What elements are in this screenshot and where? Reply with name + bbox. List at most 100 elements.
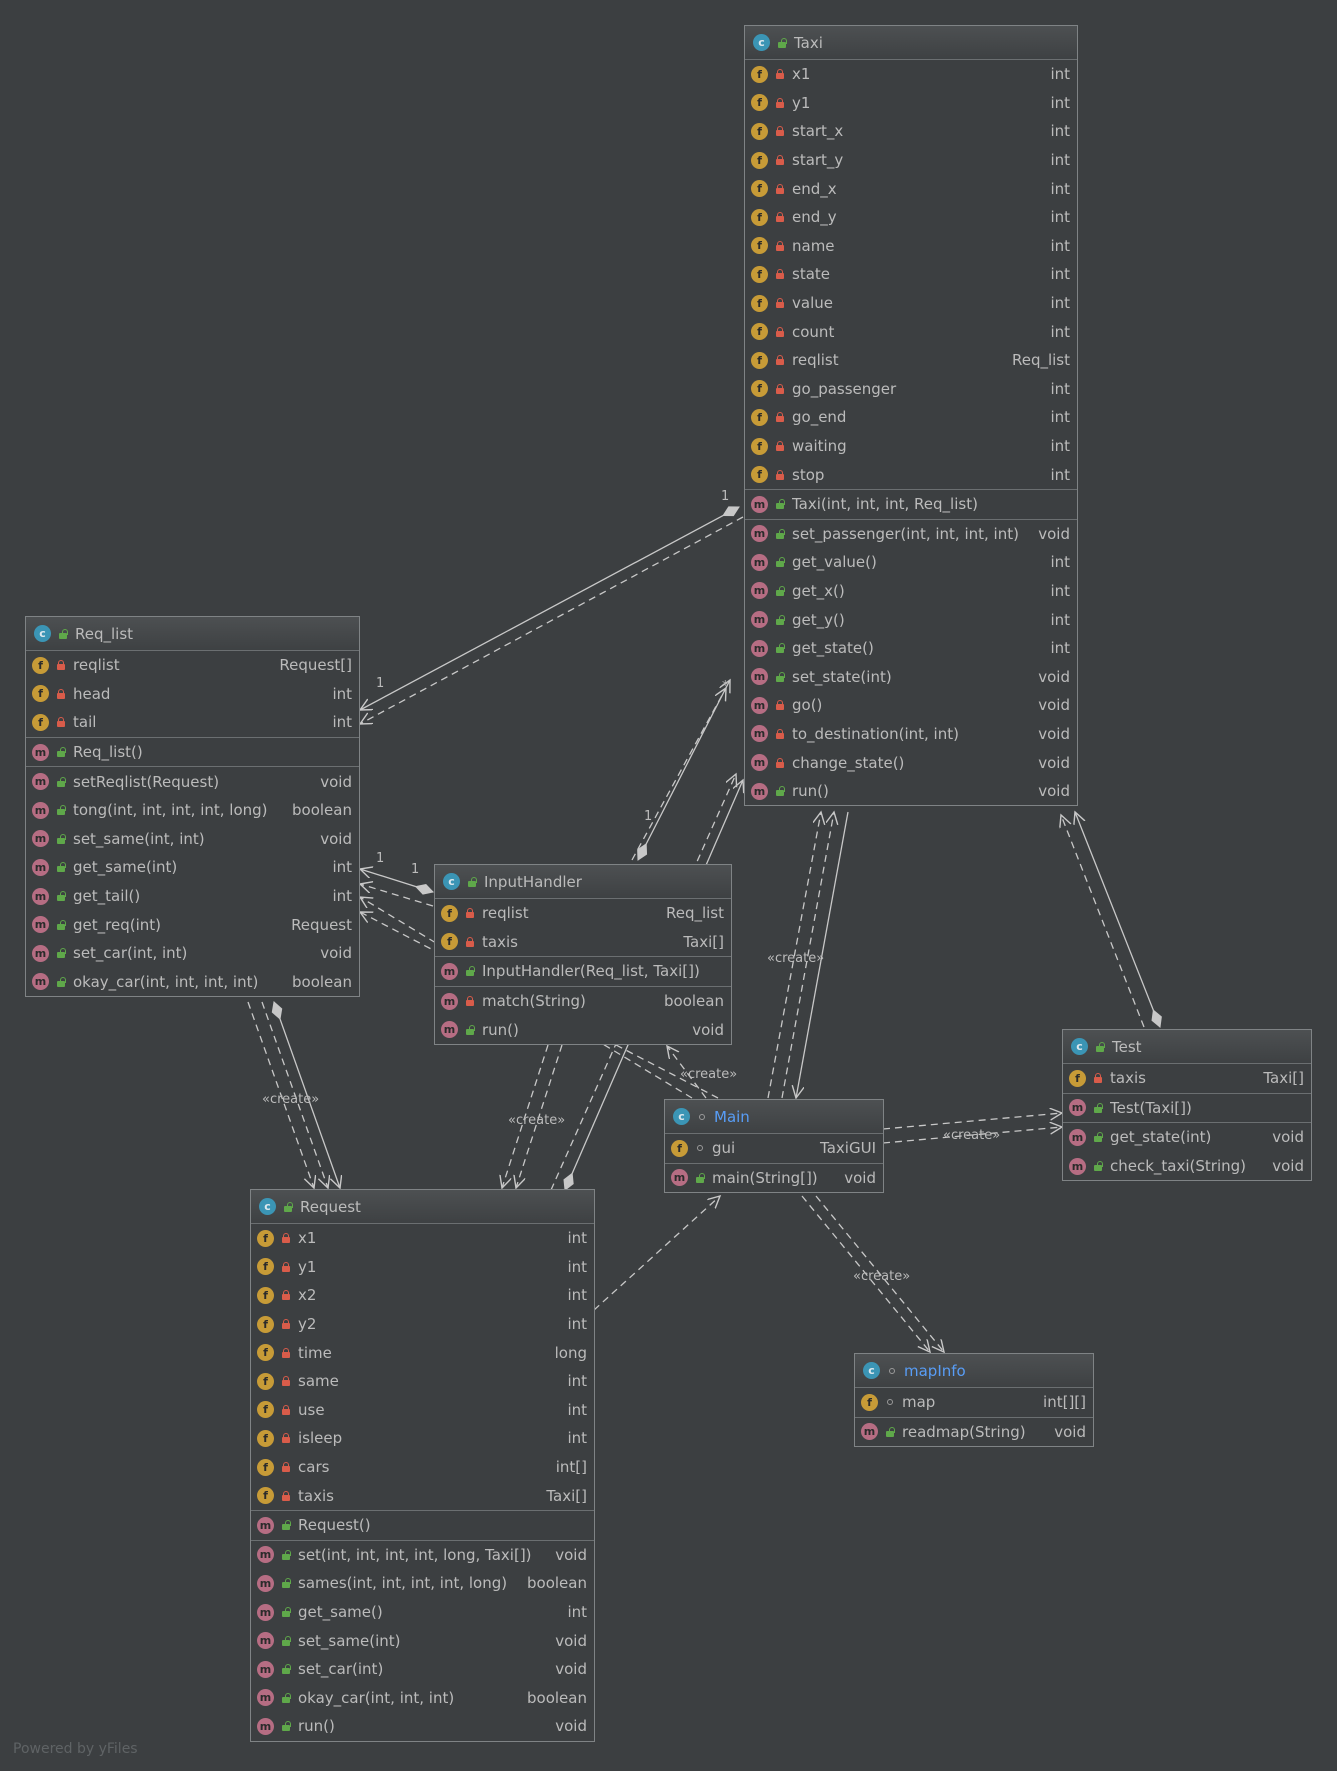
- method-row[interactable]: m set(int, int, int, int, long, Taxi[]) vo…: [251, 1541, 594, 1570]
- class-header[interactable]: c Taxi: [745, 26, 1077, 60]
- field-row[interactable]: f use int: [251, 1396, 594, 1425]
- field-row[interactable]: f state int: [745, 260, 1077, 289]
- class-request[interactable]: c Request f x1 int f y1 int f x2 int f y2 int f time lon…: [250, 1189, 595, 1742]
- method-row[interactable]: m okay_car(int, int, int) boolean: [251, 1684, 594, 1713]
- method-row[interactable]: m tong(int, int, int, int, long) boolean: [26, 796, 359, 825]
- class-input-handler[interactable]: c InputHandler f reqlist Req_list f taxis Taxi[…: [434, 864, 732, 1045]
- member-name: Taxi(int, int, int, Req_list): [792, 495, 978, 514]
- field-row[interactable]: f y1 int: [251, 1253, 594, 1282]
- field-row[interactable]: f x2 int: [251, 1281, 594, 1310]
- public-lock-icon: [55, 861, 67, 873]
- field-row[interactable]: f same int: [251, 1367, 594, 1396]
- field-row[interactable]: f value int: [745, 289, 1077, 318]
- method-row[interactable]: m get_same() int: [251, 1598, 594, 1627]
- field-row[interactable]: f start_x int: [745, 117, 1077, 146]
- field-row[interactable]: f taxis Taxi[]: [435, 928, 731, 957]
- member-name: time: [298, 1343, 332, 1362]
- member-name: Test(Taxi[]): [1110, 1098, 1192, 1117]
- method-row[interactable]: m match(String) boolean: [435, 987, 731, 1016]
- class-header[interactable]: c Request: [251, 1190, 594, 1224]
- method-row[interactable]: m set_state(int) void: [745, 662, 1077, 691]
- method-row[interactable]: m check_taxi(String) void: [1063, 1152, 1311, 1181]
- field-row[interactable]: f reqlist Req_list: [745, 346, 1077, 375]
- method-row[interactable]: m run() void: [745, 777, 1077, 806]
- class-header[interactable]: c Req_list: [26, 617, 359, 651]
- field-row[interactable]: f waiting int: [745, 432, 1077, 461]
- member-name: y1: [298, 1257, 317, 1276]
- member-type: int: [1050, 236, 1070, 255]
- method-row[interactable]: m to_destination(int, int) void: [745, 720, 1077, 749]
- field-row[interactable]: f gui TaxiGUI: [665, 1134, 883, 1163]
- field-row[interactable]: f reqlist Request[]: [26, 651, 359, 680]
- class-taxi[interactable]: c Taxi f x1 int f y1 int f start_x int f start_y int f…: [744, 25, 1078, 807]
- method-row[interactable]: m set_same(int, int) void: [26, 825, 359, 854]
- method-row[interactable]: m set_car(int, int) void: [26, 939, 359, 968]
- field-row[interactable]: f end_x int: [745, 174, 1077, 203]
- field-row[interactable]: f go_end int: [745, 403, 1077, 432]
- field-row[interactable]: f tail int: [26, 708, 359, 737]
- method-row[interactable]: m okay_car(int, int, int, int) boolean: [26, 968, 359, 997]
- field-row[interactable]: f y2 int: [251, 1310, 594, 1339]
- field-row[interactable]: f y1 int: [745, 89, 1077, 118]
- class-map-info[interactable]: c mapInfo f map int[][] m readmap(String) void: [854, 1353, 1094, 1448]
- field-icon: f: [751, 180, 768, 198]
- field-row[interactable]: f taxis Taxi[]: [251, 1481, 594, 1510]
- method-row[interactable]: m get_value() int: [745, 548, 1077, 577]
- field-row[interactable]: f x1 int: [251, 1224, 594, 1253]
- method-row[interactable]: m Taxi(int, int, int, Req_list): [745, 490, 1077, 519]
- public-lock-icon: [884, 1426, 896, 1438]
- private-lock-icon: [774, 125, 786, 137]
- method-row[interactable]: m get_x() int: [745, 577, 1077, 606]
- class-main[interactable]: c Main f gui TaxiGUI m main(String[]) void: [664, 1099, 884, 1194]
- field-row[interactable]: f start_y int: [745, 146, 1077, 175]
- member-name: run(): [792, 782, 829, 801]
- method-row[interactable]: m change_state() void: [745, 748, 1077, 777]
- method-row[interactable]: m get_tail() int: [26, 882, 359, 911]
- member-name: go_passenger: [792, 379, 897, 398]
- field-row[interactable]: f taxis Taxi[]: [1063, 1064, 1311, 1093]
- method-row[interactable]: m run() void: [435, 1015, 731, 1044]
- method-row[interactable]: m get_same(int) int: [26, 853, 359, 882]
- method-icon: m: [441, 962, 458, 980]
- method-row[interactable]: m InputHandler(Req_list, Taxi[]): [435, 957, 731, 986]
- method-row[interactable]: m get_req(int) Request: [26, 910, 359, 939]
- method-row[interactable]: m sames(int, int, int, int, long) boolean: [251, 1569, 594, 1598]
- method-row[interactable]: m get_state(int) void: [1063, 1123, 1311, 1152]
- method-row[interactable]: m run() void: [251, 1712, 594, 1741]
- member-name: change_state(): [792, 753, 905, 772]
- field-row[interactable]: f reqlist Req_list: [435, 899, 731, 928]
- method-row[interactable]: m set_car(int) void: [251, 1655, 594, 1684]
- fields-section: f gui TaxiGUI: [665, 1134, 883, 1164]
- field-row[interactable]: f name int: [745, 232, 1077, 261]
- class-header[interactable]: c mapInfo: [855, 1354, 1093, 1388]
- field-row[interactable]: f map int[][]: [855, 1388, 1093, 1417]
- method-row[interactable]: m Req_list(): [26, 738, 359, 767]
- field-row[interactable]: f x1 int: [745, 60, 1077, 89]
- method-row[interactable]: m readmap(String) void: [855, 1418, 1093, 1447]
- method-row[interactable]: m set_same(int) void: [251, 1626, 594, 1655]
- class-req-list[interactable]: c Req_list f reqlist Request[] f head int f tail i…: [25, 616, 360, 998]
- field-row[interactable]: f end_y int: [745, 203, 1077, 232]
- field-row[interactable]: f stop int: [745, 460, 1077, 489]
- class-header[interactable]: c InputHandler: [435, 865, 731, 899]
- class-header[interactable]: c Test: [1063, 1030, 1311, 1064]
- public-lock-icon: [774, 671, 786, 683]
- method-row[interactable]: m set_passenger(int, int, int, int) void: [745, 520, 1077, 549]
- field-row[interactable]: f cars int[]: [251, 1453, 594, 1482]
- field-row[interactable]: f head int: [26, 680, 359, 709]
- field-row[interactable]: f go_passenger int: [745, 375, 1077, 404]
- method-icon: m: [751, 525, 768, 543]
- field-row[interactable]: f time long: [251, 1338, 594, 1367]
- field-row[interactable]: f count int: [745, 317, 1077, 346]
- method-row[interactable]: m Test(Taxi[]): [1063, 1094, 1311, 1123]
- field-row[interactable]: f isleep int: [251, 1424, 594, 1453]
- method-row[interactable]: m get_y() int: [745, 605, 1077, 634]
- class-header[interactable]: c Main: [665, 1100, 883, 1134]
- method-row[interactable]: m setReqlist(Request) void: [26, 767, 359, 796]
- method-row[interactable]: m go() void: [745, 691, 1077, 720]
- method-row[interactable]: m get_state() int: [745, 634, 1077, 663]
- method-row[interactable]: m main(String[]) void: [665, 1164, 883, 1193]
- class-test[interactable]: c Test f taxis Taxi[] m Test(Taxi[]) m get_state…: [1062, 1029, 1312, 1182]
- method-icon: m: [751, 668, 768, 686]
- method-row[interactable]: m Request(): [251, 1511, 594, 1540]
